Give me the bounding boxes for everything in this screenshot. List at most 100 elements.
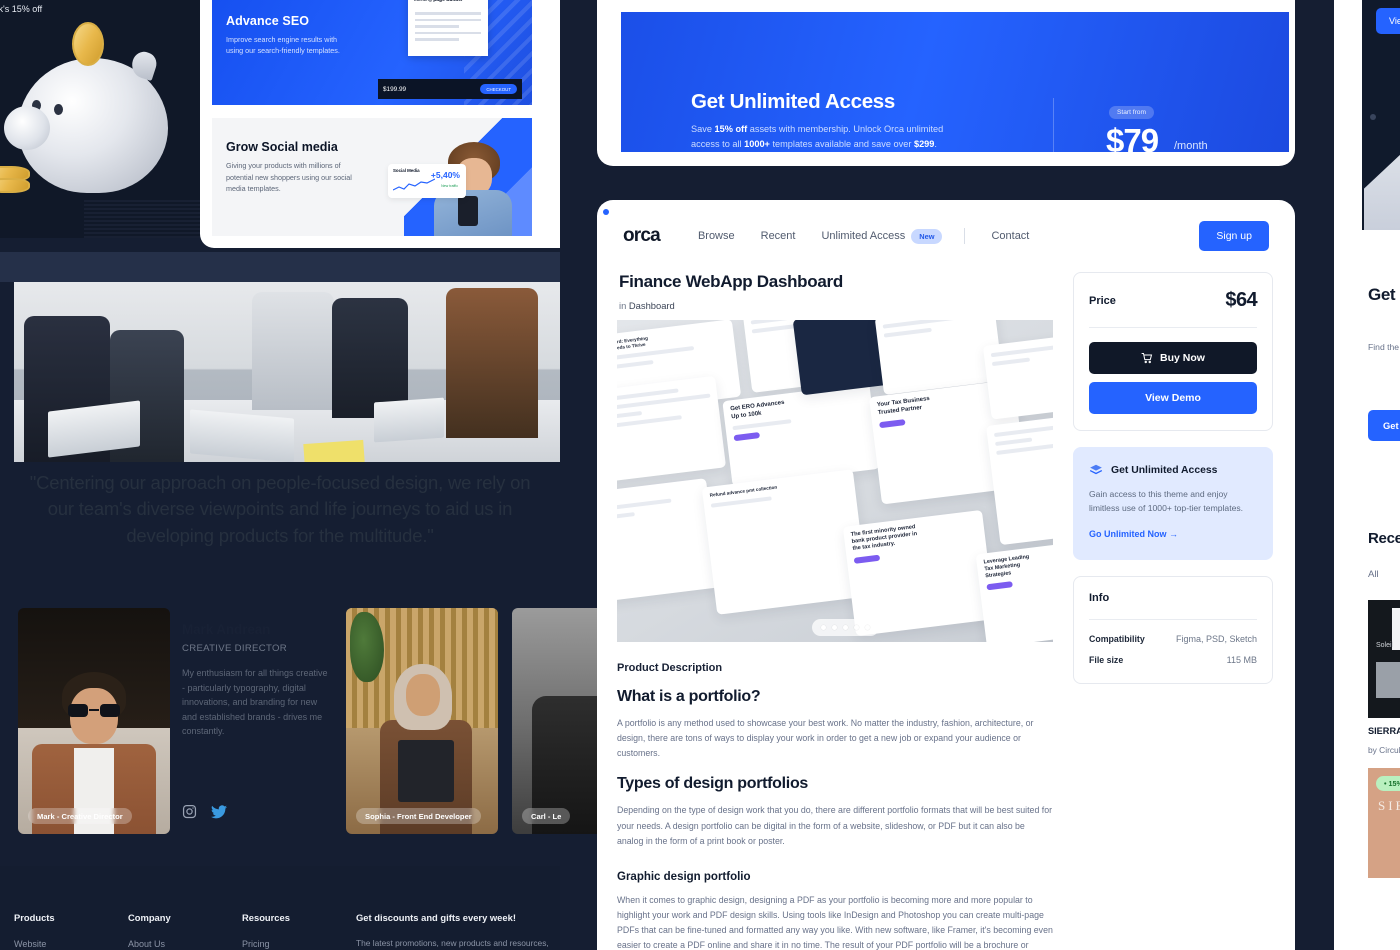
piggy-eye (32, 100, 41, 111)
product-sidebar: Price $64 Buy Now View Demo Get Unlimite… (1073, 272, 1273, 684)
product-description: Product Description What is a portfolio?… (617, 662, 1053, 950)
team-card-mark[interactable]: Mark - Creative Director (18, 608, 170, 834)
piggybank-illustration (4, 48, 168, 193)
seo-price-bar: $199.99 CHECKOUT (378, 79, 522, 99)
description-heading-1: What is a portfolio? (617, 688, 761, 705)
footer-heading: Products (14, 912, 55, 923)
right-promo-thumbnail[interactable]: • 15% off SIENNA (1368, 768, 1400, 878)
gallery-dot[interactable] (865, 625, 870, 630)
screenshot-stage: d this week's 15% off Advance SEO Improv… (0, 0, 1400, 950)
product-gallery[interactable]: do Dashboard: Everythingar Office Needs … (617, 320, 1053, 642)
gallery-dot[interactable] (821, 625, 826, 630)
promo-piggybank-card: d this week's 15% off (0, 0, 200, 238)
nav-item-unlimited-access[interactable]: Unlimited Access New (821, 229, 943, 244)
left-section-divider (0, 252, 560, 282)
promo-wordmark: SIENNA (1378, 798, 1400, 813)
team-card-label: Mark - Creative Director (28, 808, 132, 824)
panel-divider (1089, 327, 1257, 328)
piggy-ear (128, 48, 160, 82)
nav-item-recent[interactable]: Recent (761, 230, 796, 242)
team-card-label: Carl - Le (522, 808, 571, 824)
social-stat-widget: Social Media +5,40% New traffic (388, 164, 466, 198)
newsletter-body: The latest promotions, new products and … (356, 938, 549, 948)
description-heading-3: Graphic design portfolio (617, 870, 751, 883)
left-mockup-column: d this week's 15% off Advance SEO Improv… (0, 0, 664, 950)
right-item-title[interactable]: SIERRA / Br (1368, 726, 1400, 736)
footer-link[interactable]: About Us (128, 939, 242, 949)
social-stat-value: +5,40% (430, 170, 460, 180)
right-recent-title: Recentl (1368, 530, 1400, 547)
team-member-role: CREATIVE DIRECTOR (182, 643, 287, 654)
banner-period: /month (1174, 140, 1208, 152)
gallery-pagination-dots[interactable] (812, 619, 879, 636)
right-body: Find the b inspired o illustration and s… (1368, 342, 1400, 352)
advance-seo-body: Improve search engine results with using… (226, 35, 340, 56)
thumbnail-label: Soleil (1376, 642, 1394, 649)
product-page-card: orca Browse Recent Unlimited Access New C… (597, 200, 1295, 950)
banner-price: $79 (1106, 122, 1159, 152)
description-heading-2: Types of design portfolios (617, 775, 809, 793)
orca-logo[interactable]: orca (602, 209, 661, 247)
info-value: Figma, PSD, Sketch (1175, 633, 1257, 644)
tab-all[interactable]: All (1368, 569, 1379, 580)
buy-now-button[interactable]: Buy Now (1089, 342, 1257, 374)
team-meeting-photo (14, 282, 560, 462)
footer-link[interactable]: Pricing (242, 939, 356, 949)
info-key: File size (1089, 654, 1124, 665)
banner-divider (1053, 98, 1054, 152)
logo-text: orca (623, 225, 661, 246)
go-unlimited-now-link[interactable]: Go Unlimited Now → (1089, 529, 1178, 539)
view-demo-button[interactable]: View Demo (1089, 382, 1257, 414)
breadcrumb-category[interactable]: Dashboard (629, 300, 675, 311)
banner-title: Get Unlimited Access (691, 90, 896, 113)
team-member-name: Mark Andrean (182, 622, 271, 637)
nav-item-browse[interactable]: Browse (698, 230, 735, 242)
team-social-links (182, 804, 227, 819)
footer-column-company: Company About Us (128, 912, 242, 950)
piggy-eye (54, 104, 63, 115)
buy-now-label: Buy Now (1160, 352, 1205, 364)
right-item-thumbnail[interactable]: Soleil (1368, 600, 1400, 718)
seo-document-graphic (408, 0, 488, 56)
get-inspired-button[interactable]: Get Insp (1368, 410, 1400, 441)
twitter-icon[interactable] (211, 804, 227, 819)
instagram-icon[interactable] (182, 804, 197, 819)
coin-icon (72, 22, 104, 66)
testimonial-quote: "Centering our approach on people-focuse… (29, 472, 531, 546)
nav-separator (964, 228, 966, 244)
access-panel-body: Gain access to this theme and enjoy limi… (1089, 489, 1244, 513)
signup-button[interactable]: Sign up (1199, 221, 1269, 251)
footer-newsletter: Get discounts and gifts every week! The … (356, 912, 556, 950)
right-hero-line2: next cr (1372, 0, 1400, 3)
price-panel: Price $64 Buy Now View Demo (1073, 272, 1273, 431)
info-panel-title: Info (1089, 591, 1110, 604)
testimonial-quote-block: "Centering our approach on people-focuse… (0, 470, 560, 549)
description-paragraph-2: Depending on the type of design work tha… (617, 805, 1053, 846)
footer-column-resources: Resources Pricing (242, 912, 356, 950)
info-key: Compatibility (1089, 633, 1145, 644)
footer-column-products: Products Website (14, 912, 128, 950)
gallery-dot[interactable] (854, 625, 859, 630)
layers-icon (1089, 464, 1103, 475)
unlimited-access-banner: Get Unlimited Access Save 15% off assets… (621, 12, 1289, 152)
seo-price-value: $199.99 (383, 85, 407, 93)
team-card-sophia[interactable]: Sophia - Front End Developer (346, 608, 498, 834)
left-white-card: Advance SEO Improve search engine result… (200, 0, 560, 248)
footer-link[interactable]: Website (14, 939, 128, 949)
grow-social-card: Grow Social media Giving your products w… (212, 118, 532, 236)
grow-social-body: Giving your products with millions of po… (226, 161, 352, 194)
banner-body: Save 15% off assets with membership. Unl… (691, 124, 944, 150)
right-item-author: by Circular in (1368, 745, 1400, 755)
site-navbar: orca Browse Recent Unlimited Access New C… (597, 200, 1295, 272)
nav-item-contact[interactable]: Contact (991, 230, 1029, 242)
promo-ground-texture (84, 200, 200, 238)
social-stat-sub: New traffic (441, 184, 458, 188)
description-paragraph-1: A portfolio is any method used to showca… (617, 718, 1034, 759)
gallery-dot[interactable] (832, 625, 837, 630)
seo-checkout-button[interactable]: CHECKOUT (480, 84, 517, 94)
gallery-dot[interactable] (843, 625, 848, 630)
right-headline: Get in design (1368, 285, 1400, 304)
team-card-label: Sophia - Front End Developer (356, 808, 481, 824)
right-hero-button[interactable]: Vie (1376, 8, 1400, 34)
nav-items: Browse Recent Unlimited Access New (698, 229, 943, 244)
